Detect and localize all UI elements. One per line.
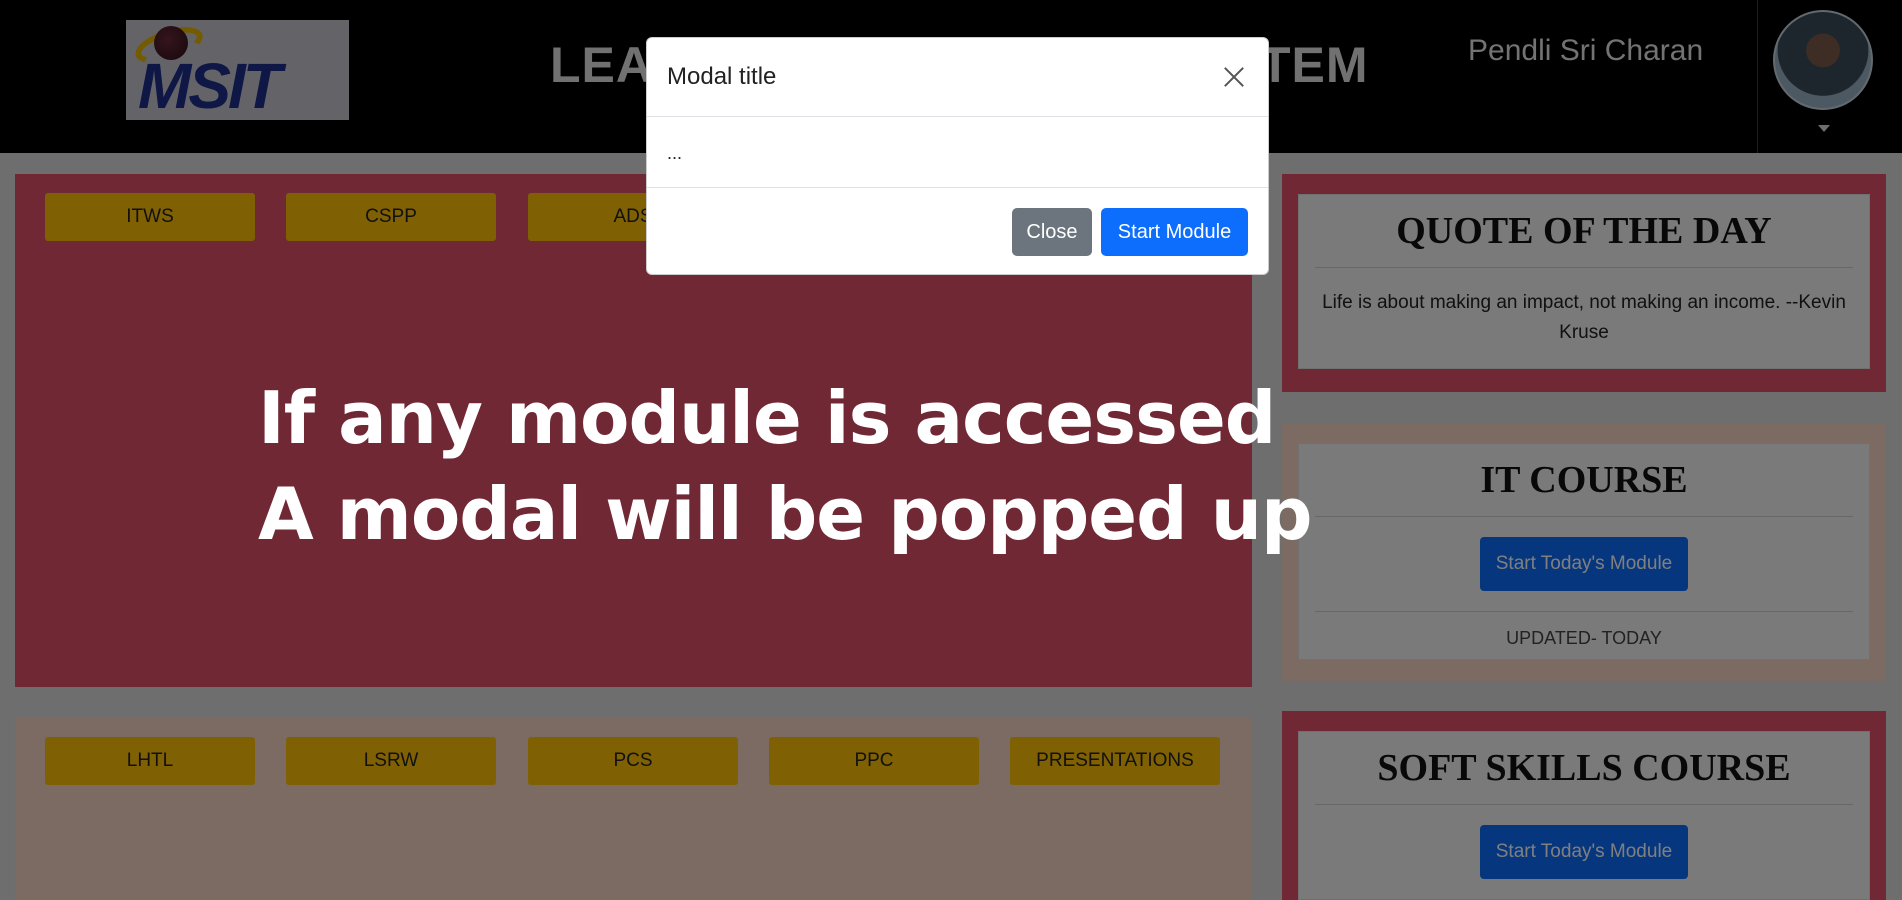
modal-title: Modal title [667, 63, 777, 90]
annotation-line-2: A modal will be popped up [258, 472, 1313, 556]
annotation-text: If any module is accessed A modal will b… [258, 370, 1313, 562]
annotation-line-1: If any module is accessed [258, 376, 1276, 460]
module-modal: Modal title ... Close Start Module [646, 37, 1269, 275]
modal-footer: Close Start Module [647, 187, 1268, 276]
close-icon[interactable] [1220, 62, 1250, 92]
modal-header: Modal title [647, 38, 1268, 117]
start-module-button[interactable]: Start Module [1101, 208, 1248, 256]
close-button[interactable]: Close [1012, 208, 1092, 256]
modal-body: ... [667, 143, 683, 163]
